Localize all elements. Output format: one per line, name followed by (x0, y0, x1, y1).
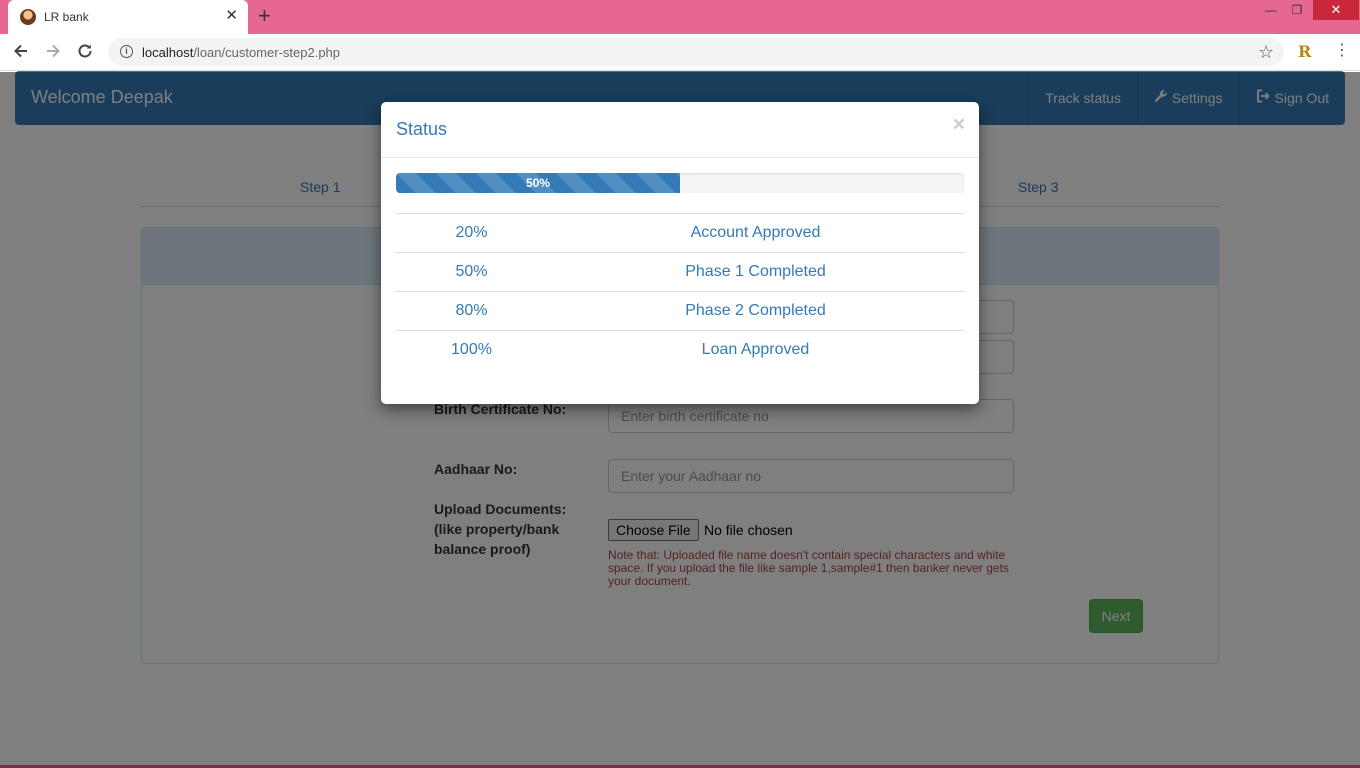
status-text: Phase 1 Completed (547, 252, 964, 292)
url-host: localhost (142, 45, 194, 60)
browser-menu-icon[interactable]: ⋮ (1334, 42, 1350, 60)
status-progress-bar: 50% (396, 173, 680, 193)
table-row: 80% Phase 2 Completed (396, 291, 964, 331)
url-path: /loan/customer-step2.php (193, 45, 341, 60)
browser-tab-bar: LR bank ✕ + — ❐ ✕ (0, 0, 1360, 34)
status-text: Loan Approved (547, 330, 964, 370)
status-modal: Status × 50% 20% Account Approved 50% Ph… (381, 102, 979, 404)
tab-title: LR bank (44, 10, 89, 24)
restore-window-icon[interactable]: ❐ (1280, 0, 1314, 20)
new-tab-icon[interactable]: + (258, 4, 271, 28)
status-table: 20% Account Approved 50% Phase 1 Complet… (396, 213, 964, 370)
site-info-icon[interactable]: i (120, 45, 133, 58)
status-percent: 100% (396, 330, 547, 370)
table-row: 50% Phase 1 Completed (396, 252, 964, 292)
url-field[interactable]: i localhost/loan/customer-step2.php ☆ (108, 38, 1284, 66)
extension-r-icon[interactable]: R (1298, 42, 1311, 61)
table-row: 100% Loan Approved (396, 330, 964, 370)
status-percent: 80% (396, 291, 547, 331)
table-row: 20% Account Approved (396, 213, 964, 253)
back-icon[interactable] (12, 42, 30, 64)
reload-icon[interactable] (76, 42, 94, 64)
address-bar: i localhost/loan/customer-step2.php ☆ (0, 34, 1360, 71)
status-text: Phase 2 Completed (547, 291, 964, 331)
status-percent: 50% (396, 252, 547, 292)
status-progress: 50% (396, 173, 964, 193)
status-percent: 20% (396, 213, 547, 253)
close-window-icon[interactable]: ✕ (1313, 0, 1359, 20)
modal-close-icon[interactable]: × (953, 114, 965, 135)
bookmark-star-icon[interactable]: ☆ (1258, 42, 1274, 62)
modal-header: Status × (381, 102, 979, 158)
tab-close-icon[interactable]: ✕ (225, 7, 238, 25)
site-favicon-icon (20, 9, 36, 25)
modal-title: Status (396, 119, 448, 139)
status-text: Account Approved (547, 213, 964, 253)
url-text: localhost/loan/customer-step2.php (142, 45, 340, 60)
forward-icon[interactable] (44, 42, 62, 64)
browser-tab[interactable]: LR bank ✕ (8, 0, 248, 34)
